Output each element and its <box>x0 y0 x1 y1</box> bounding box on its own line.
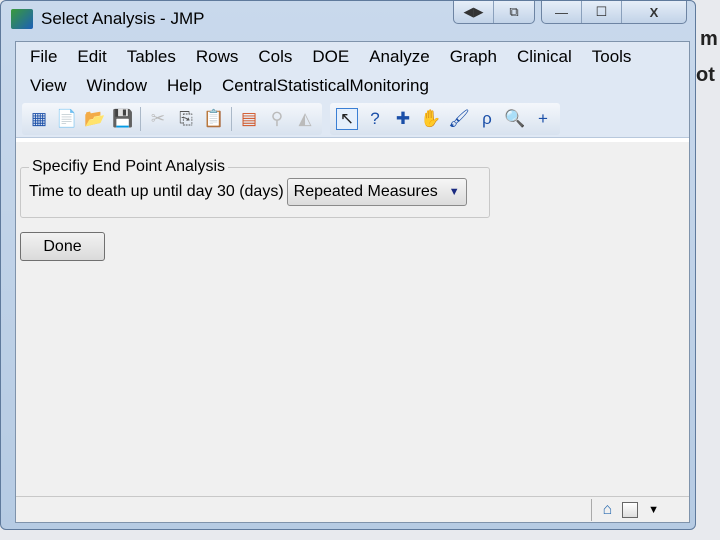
title-bar: Select Analysis - JMP <box>11 5 204 33</box>
menu-edit[interactable]: Edit <box>67 47 116 67</box>
menu-view[interactable]: View <box>20 76 77 96</box>
menu-graph[interactable]: Graph <box>440 47 507 67</box>
copy-icon[interactable]: ⎘ <box>175 108 197 130</box>
menu-doe[interactable]: DOE <box>302 47 359 67</box>
chevron-down-icon: ▼ <box>448 186 460 198</box>
crosshair-icon[interactable]: ✚ <box>392 108 414 130</box>
brush-icon[interactable]: 🖌 <box>448 108 470 130</box>
menu-tools[interactable]: Tools <box>582 47 642 67</box>
window-list-checkbox[interactable] <box>622 501 639 518</box>
window-list-button[interactable]: ⧉ <box>494 1 534 23</box>
arrow-icon[interactable]: ↖ <box>336 107 358 130</box>
save-icon[interactable]: 💾 <box>112 108 134 130</box>
window-title: Select Analysis - JMP <box>41 9 205 28</box>
menu-central-statistical-monitoring[interactable]: CentralStatisticalMonitoring <box>212 76 439 96</box>
panel-legend: Specifiy End Point Analysis <box>32 158 225 175</box>
menu-window[interactable]: Window <box>77 76 157 96</box>
done-button[interactable]: Done <box>20 232 105 261</box>
jmp-app-icon <box>11 9 33 29</box>
status-bar: ⌂ ▼ <box>16 496 689 522</box>
close-button[interactable]: X <box>622 1 686 23</box>
menu-rows[interactable]: Rows <box>186 47 249 67</box>
menu-help[interactable]: Help <box>157 76 212 96</box>
graph-icon[interactable]: ◭ <box>294 108 316 130</box>
menu-file[interactable]: File <box>20 47 67 67</box>
report-icon[interactable]: ⚲ <box>266 108 288 130</box>
new-script-icon[interactable]: 📄 <box>56 108 78 130</box>
end-point-panel: Specifiy End Point Analysis Time to deat… <box>20 158 490 218</box>
background-text: ot <box>696 64 715 86</box>
lasso-icon[interactable]: ρ <box>476 108 498 130</box>
menu-cols[interactable]: Cols <box>248 47 302 67</box>
menu-tables[interactable]: Tables <box>117 47 186 67</box>
toolbar: ▦ 📄 📂 💾 ✂ ⎘ 📋 ▤ ⚲ ◭ ↖ ? ✚ ✋ 🖌 ρ 🔍 + <box>16 100 689 138</box>
menu-clinical[interactable]: Clinical <box>507 47 582 67</box>
menu-analyze[interactable]: Analyze <box>359 47 439 67</box>
data-grid-icon[interactable]: ▤ <box>238 108 260 130</box>
new-data-table-icon[interactable]: ▦ <box>28 108 50 130</box>
hand-icon[interactable]: ✋ <box>420 108 442 130</box>
help-icon[interactable]: ? <box>364 108 386 130</box>
combo-value: Repeated Measures <box>293 183 438 200</box>
jmp-window: Select Analysis - JMP ◀▶ ⧉ — ☐ X File Edit … <box>0 0 696 530</box>
dialog-content: Specifiy End Point Analysis Time to deat… <box>16 142 689 496</box>
dropdown-arrow-icon[interactable]: ▼ <box>648 504 659 516</box>
background-text: m <box>700 28 718 50</box>
open-icon[interactable]: 📂 <box>84 108 106 130</box>
menu-bar: File Edit Tables Rows Cols DOE Analyze G… <box>16 42 689 100</box>
cut-icon[interactable]: ✂ <box>147 108 169 130</box>
plus-icon[interactable]: + <box>532 108 554 130</box>
analysis-type-combo[interactable]: Repeated Measures ▼ <box>286 178 467 206</box>
minimize-button[interactable]: — <box>542 1 582 23</box>
endpoint-label: Time to death up until day 30 (days) <box>29 183 284 200</box>
home-icon[interactable]: ⌂ <box>602 501 612 519</box>
magnifier-icon[interactable]: 🔍 <box>504 108 526 130</box>
arrange-button[interactable]: ◀▶ <box>454 1 494 23</box>
paste-icon[interactable]: 📋 <box>203 108 225 130</box>
maximize-button[interactable]: ☐ <box>582 1 622 23</box>
